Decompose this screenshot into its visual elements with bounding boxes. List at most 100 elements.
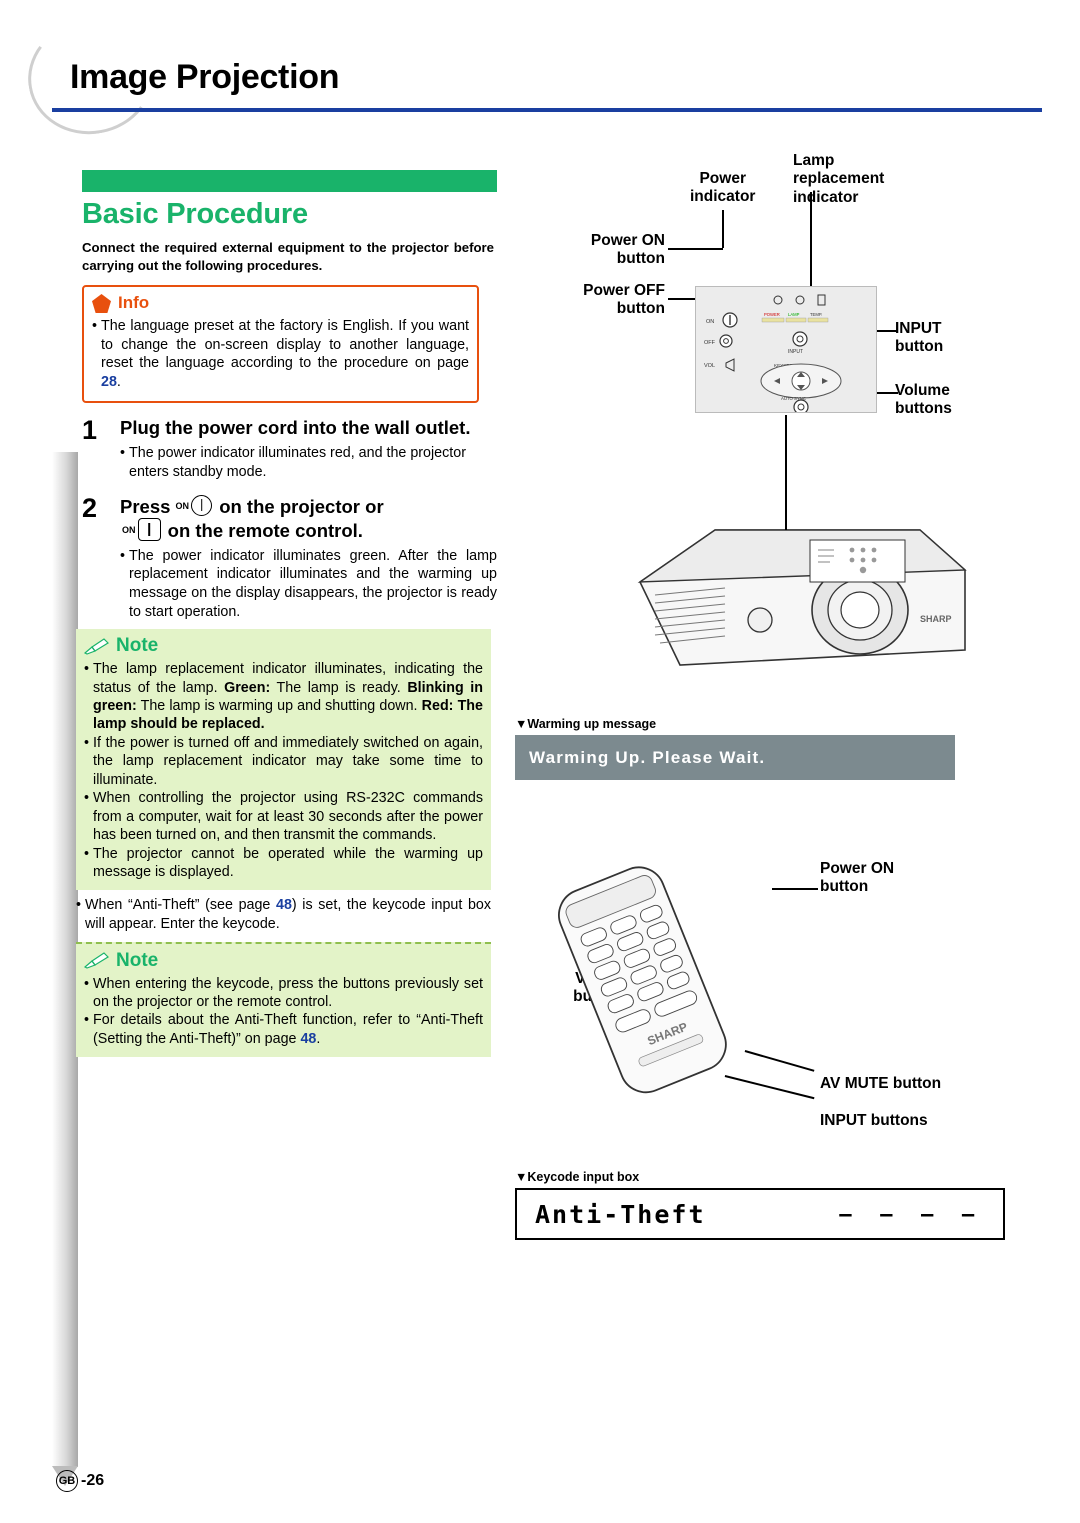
note-2-bullet-1: •: [84, 975, 90, 992]
svg-text:VOL: VOL: [704, 363, 715, 369]
info-text-1: The language preset at the factory is En…: [101, 318, 394, 335]
info-text-3: .: [116, 373, 121, 390]
step-2-bullet: •: [120, 547, 126, 564]
leader-line-power-indicator: [722, 210, 724, 248]
anti-theft-page-ref: 48: [276, 897, 292, 914]
section-green-bar: [82, 170, 497, 192]
note-1-bullet-1: •: [84, 661, 90, 678]
page-number: -26: [81, 1472, 105, 1489]
info-bullet: •: [92, 318, 98, 335]
step-1-number: 1: [82, 415, 98, 446]
note-2-bullet-2: •: [84, 1012, 90, 1029]
power-on-symbol-label: ON: [175, 501, 190, 512]
note-1-header: Note: [84, 635, 483, 657]
note-1-item-4: The projector cannot be operated while t…: [93, 845, 483, 880]
info-text: The language preset at the factory is En…: [101, 317, 469, 391]
note-2-item-2-text-2: .: [316, 1030, 321, 1047]
remote-control-illustration: SHARP: [510, 830, 1020, 1100]
svg-text:TEMP.: TEMP.: [810, 312, 822, 317]
warming-caption-arrow: ▼: [515, 717, 528, 731]
note-box-2: Note • When entering the keycode, press …: [76, 941, 491, 1058]
section-intro: Connect the required external equipment …: [82, 240, 494, 274]
callout-input-button: INPUT button: [895, 320, 944, 356]
info-page-ref: 28: [101, 373, 117, 390]
step-1-bullet: •: [120, 445, 126, 462]
keycode-box-caption: ▼Keycode input box: [515, 1170, 639, 1184]
step-1-text: The power indicator illuminates red, and…: [129, 445, 466, 480]
note-2-header: Note: [84, 950, 483, 972]
note-1-green-text: The lamp is ready.: [276, 679, 401, 696]
step-1: 1 Plug the power cord into the wall outl…: [82, 417, 497, 481]
anti-theft-text-1: When “Anti-Theft” (see page: [85, 897, 276, 914]
note-2-body: • When entering the keycode, press the b…: [84, 975, 483, 1049]
info-label: Info: [118, 293, 150, 313]
projector-illustration: SHARP: [620, 500, 980, 690]
callout-power-indicator: Power indicator: [690, 170, 756, 206]
step-2-title-projector: on the projector or: [219, 496, 384, 518]
note-1-item-2: If the power is turned off and immediate…: [93, 734, 483, 788]
callout-power-on-button: Power ON button: [590, 232, 665, 268]
remote-power-button-icon: [137, 518, 161, 541]
keycode-input-box: Anti-Theft – – – –: [515, 1188, 1005, 1240]
svg-text:OFF: OFF: [704, 340, 716, 346]
locale-badge: GB: [56, 1470, 78, 1492]
power-on-button-icon: [191, 495, 213, 517]
note-1-green-label: Green:: [224, 679, 271, 696]
page-header: Image Projection: [0, 0, 1080, 145]
keycode-caption-text: Keycode input box: [527, 1170, 640, 1184]
warming-message-caption: ▼Warming up message: [515, 717, 656, 731]
note-1-bullet-3: •: [84, 790, 90, 807]
anti-theft-paragraph: • When “Anti-Theft” (see page 48) is set…: [76, 896, 491, 933]
leader-line-power-on: [668, 248, 723, 250]
page-footer: GB -26: [56, 1470, 104, 1492]
callout-volume-buttons: Volume buttons: [895, 382, 952, 418]
step-2-title-press: Press: [120, 496, 171, 518]
note-2-page-ref: 48: [300, 1030, 317, 1047]
note-box-1: Note • The lamp replacement indicator il…: [76, 629, 491, 891]
warming-caption-text: Warming up message: [527, 717, 657, 731]
note-1-blink-text: The lamp is warming up and shutting down…: [140, 698, 418, 715]
keycode-caption-arrow: ▼: [515, 1170, 528, 1184]
svg-text:POWER: POWER: [764, 312, 780, 317]
left-column: Basic Procedure Connect the required ext…: [76, 170, 497, 1058]
section-title: Basic Procedure: [82, 198, 308, 230]
warming-up-message-box: Warming Up. Please Wait.: [515, 735, 955, 780]
pencil-icon: [84, 952, 109, 969]
note-2-item-2-text-1: For details about the Anti-Theft functio…: [93, 1012, 483, 1047]
left-gradient-bar: [52, 452, 78, 1486]
callout-lamp-replacement-indicator: Lamp replacement indicator: [793, 152, 885, 206]
step-2-title-remote: on the remote control.: [167, 520, 363, 541]
svg-text:LAMP: LAMP: [788, 312, 800, 317]
svg-text:ON: ON: [706, 319, 714, 325]
note-2-item-1: When entering the keycode, press the but…: [93, 975, 483, 1010]
projector-control-panel-illustration: POWER LAMP TEMP. ON OFF INPUT KEYSTONE: [695, 286, 877, 415]
note-2-item-2: For details about the Anti-Theft functio…: [93, 1011, 483, 1048]
info-icon: [92, 293, 111, 313]
note-1-item-1: The lamp replacement indicator illuminat…: [93, 660, 483, 734]
svg-text:SHARP: SHARP: [920, 614, 952, 624]
note-1-item-3: When controlling the projector using RS-…: [93, 790, 483, 844]
title-underline: [52, 108, 1042, 112]
note-1-body: • The lamp replacement indicator illumin…: [84, 660, 483, 881]
pencil-icon: [84, 637, 109, 655]
info-header: Info: [92, 293, 469, 313]
anti-theft-bullet: •: [76, 897, 82, 914]
page-title: Image Projection: [70, 58, 340, 96]
step-2-number: 2: [82, 493, 98, 524]
note-1-bullet-4: •: [84, 845, 90, 862]
step-2: 2 Press ON on the projector or ON on the…: [82, 495, 497, 621]
step-2-text: The power indicator illuminates green. A…: [129, 547, 497, 620]
remote-on-symbol-label: ON: [122, 525, 136, 535]
step-2-title: Press ON on the projector or ON on the r…: [120, 495, 497, 542]
note-1-bullet-2: •: [84, 734, 90, 751]
anti-theft-text: When “Anti-Theft” (see page 48) is set, …: [85, 896, 491, 933]
step-1-title: Plug the power cord into the wall outlet…: [120, 417, 471, 439]
svg-text:INPUT: INPUT: [788, 349, 803, 355]
leader-line-panel-to-projector: [785, 415, 787, 530]
keycode-box-title: Anti-Theft: [535, 1199, 706, 1229]
note-2-label: Note: [116, 949, 159, 971]
leader-line-lamp-indicator: [810, 192, 812, 296]
keycode-box-dashes: – – – –: [838, 1199, 985, 1228]
warming-up-message-text: Warming Up. Please Wait.: [529, 747, 766, 767]
info-body: • The language preset at the factory is …: [92, 317, 469, 391]
